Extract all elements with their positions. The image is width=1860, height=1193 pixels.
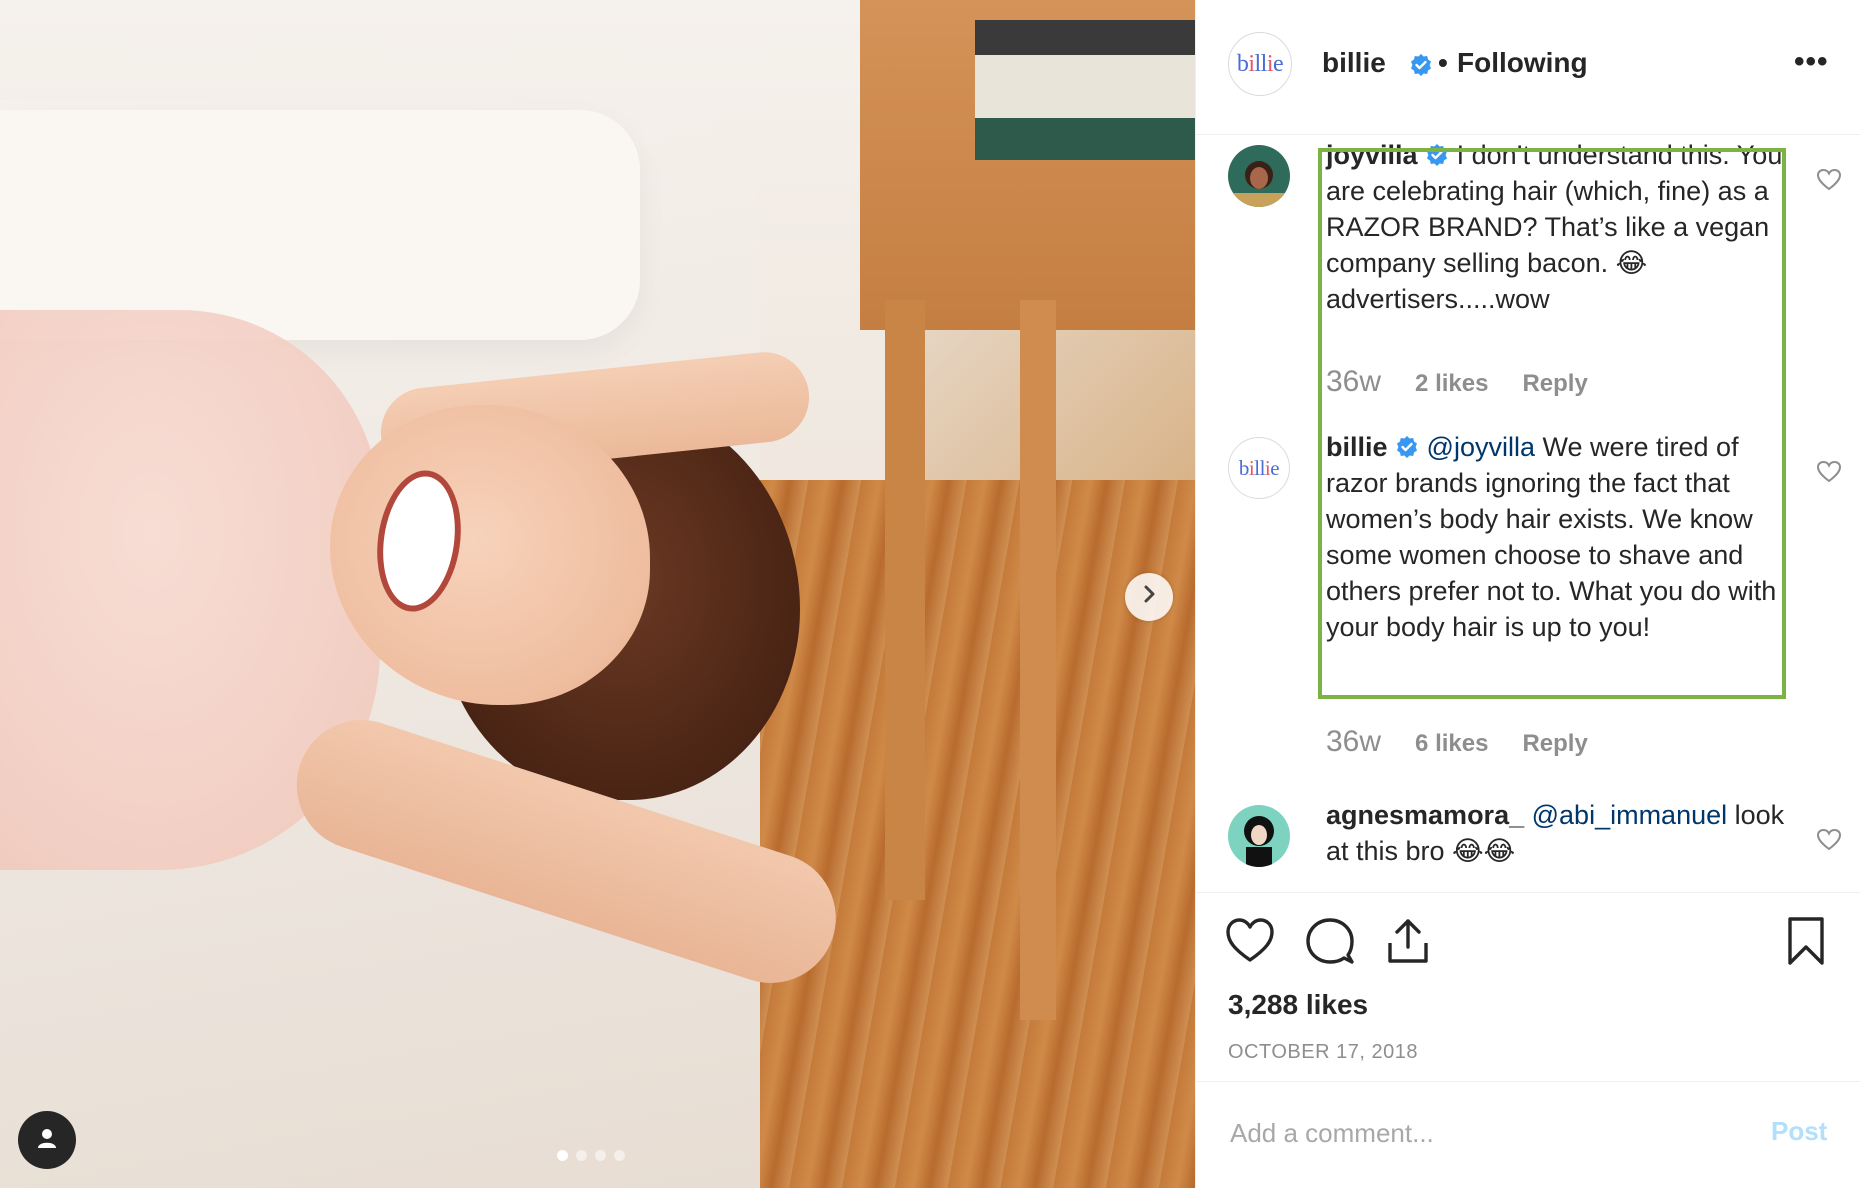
- post-photo[interactable]: [0, 0, 1195, 1188]
- carousel-dot: [595, 1150, 606, 1161]
- photo-table-leg: [885, 300, 925, 900]
- comment-meta: 36w 2 likes Reply: [1326, 365, 1588, 399]
- author-avatar[interactable]: billie: [1228, 32, 1292, 96]
- bookmark-icon[interactable]: [1780, 915, 1832, 967]
- author-username[interactable]: billie: [1322, 47, 1386, 79]
- post-comment-button[interactable]: Post: [1771, 1116, 1827, 1147]
- more-options-icon[interactable]: •••: [1794, 47, 1829, 77]
- comment-text: We were tired of razor brands ignoring t…: [1326, 432, 1777, 642]
- post-side-panel: billie billie • Following ••• joyvilla I…: [1195, 0, 1860, 1188]
- heart-icon[interactable]: [1224, 915, 1276, 967]
- carousel-dot: [557, 1150, 568, 1161]
- comment-body: joyvilla I don’t understand this. You ar…: [1326, 137, 1786, 317]
- commenter-avatar[interactable]: [1228, 805, 1290, 867]
- comment-mention-link[interactable]: @abi_immanuel: [1532, 800, 1728, 830]
- verified-icon: [1425, 143, 1449, 167]
- commenter-avatar[interactable]: billie: [1228, 437, 1290, 499]
- commenter-avatar[interactable]: [1228, 145, 1290, 207]
- tagged-users-button[interactable]: [18, 1111, 76, 1169]
- carousel-next-button[interactable]: [1125, 573, 1173, 621]
- carousel-indicator: [557, 1150, 625, 1161]
- comment-icon[interactable]: [1304, 915, 1356, 967]
- post-header: billie billie • Following •••: [1196, 0, 1860, 135]
- chevron-right-icon: [1139, 584, 1159, 610]
- billie-logo: billie: [1236, 50, 1284, 77]
- user-tag-icon: [33, 1124, 61, 1157]
- commenter-username[interactable]: billie: [1326, 432, 1388, 462]
- photo-pillow: [0, 110, 640, 340]
- comment-like-icon[interactable]: [1816, 167, 1842, 193]
- verified-icon: [1395, 435, 1419, 459]
- comment-reply-button[interactable]: Reply: [1522, 370, 1587, 398]
- comment-reply-button[interactable]: Reply: [1522, 730, 1587, 758]
- comments-list: joyvilla I don’t understand this. You ar…: [1196, 135, 1860, 890]
- commenter-username[interactable]: agnesmamora_: [1326, 800, 1524, 830]
- add-comment-bar: Post: [1196, 1081, 1860, 1190]
- share-icon[interactable]: [1382, 915, 1434, 967]
- carousel-dot: [576, 1150, 587, 1161]
- post-date[interactable]: OCTOBER 17, 2018: [1228, 1041, 1418, 1064]
- photo-table-leg: [1020, 300, 1056, 1020]
- comment-timestamp[interactable]: 36w: [1326, 725, 1381, 759]
- comment-body: billie @joyvilla We were tired of razor …: [1326, 429, 1786, 645]
- comment-like-icon[interactable]: [1816, 459, 1842, 485]
- comment-mention-link[interactable]: @joyvilla: [1427, 432, 1535, 462]
- photo-books: [975, 20, 1195, 160]
- comment-like-icon[interactable]: [1816, 827, 1842, 853]
- comment-body: agnesmamora_ @abi_immanuel look at this …: [1326, 797, 1786, 869]
- following-button[interactable]: Following: [1457, 47, 1588, 79]
- commenter-username[interactable]: joyvilla: [1326, 140, 1418, 170]
- comment-timestamp[interactable]: 36w: [1326, 365, 1381, 399]
- post-likes-count[interactable]: 3,288 likes: [1228, 989, 1368, 1021]
- verified-icon: [1409, 53, 1433, 77]
- comment-likes[interactable]: 6 likes: [1415, 730, 1488, 758]
- instagram-post: billie billie • Following ••• joyvilla I…: [0, 0, 1860, 1188]
- billie-logo: billie: [1238, 455, 1280, 480]
- add-comment-input[interactable]: [1228, 1110, 1712, 1156]
- carousel-dot: [614, 1150, 625, 1161]
- header-separator: •: [1438, 47, 1448, 78]
- post-actions: 3,288 likes OCTOBER 17, 2018 Post: [1196, 892, 1860, 1193]
- comment-meta: 36w 6 likes Reply: [1326, 725, 1588, 759]
- comment-likes[interactable]: 2 likes: [1415, 370, 1488, 398]
